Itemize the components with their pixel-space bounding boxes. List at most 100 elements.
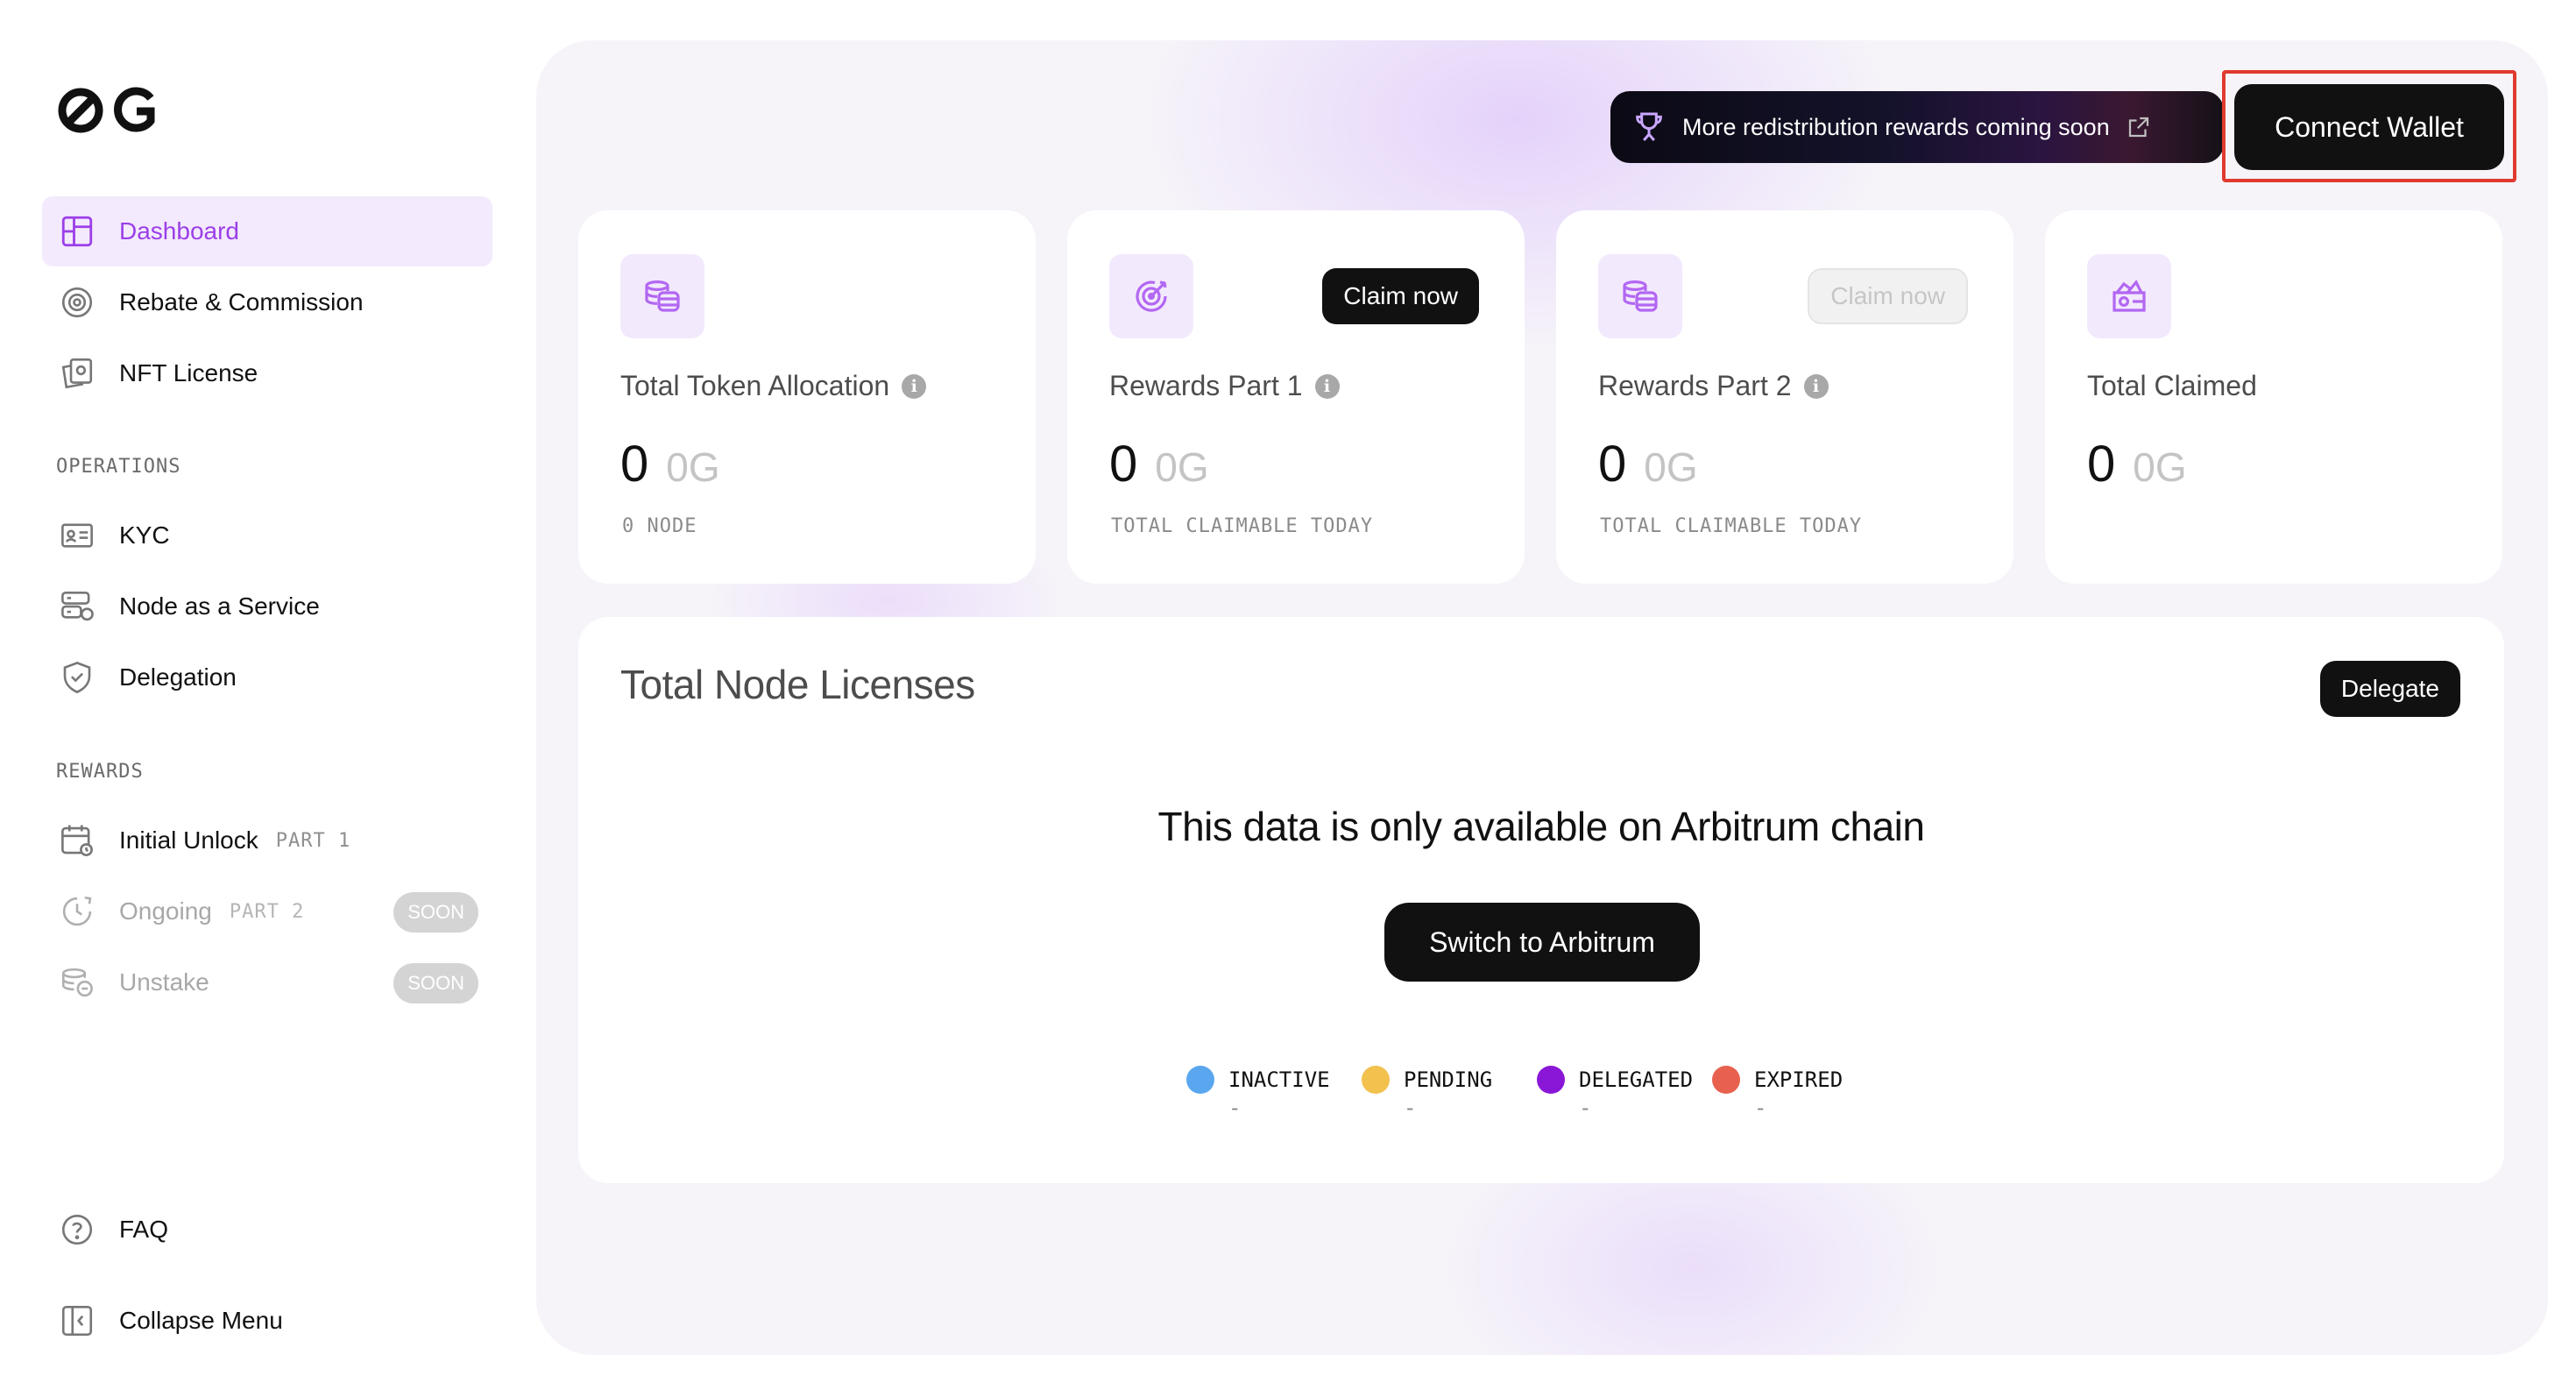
trophy-icon: [1636, 112, 1662, 141]
sidebar: Dashboard Rebate & Commission NFT Licens…: [0, 0, 526, 1397]
legend-pending: PENDING -: [1362, 1066, 1492, 1120]
part-tag: PART 2: [229, 900, 305, 923]
part-tag: PART 1: [275, 829, 351, 852]
sidebar-item-ongoing[interactable]: Ongoing PART 2 SOON: [42, 876, 492, 947]
sidebar-item-label: Unstake: [119, 968, 209, 996]
node-licenses-panel: Total Node Licenses Delegate This data i…: [578, 617, 2504, 1183]
external-link-icon: [2128, 117, 2148, 138]
card-total-claimed: Total Claimed 0 0G: [2045, 210, 2502, 584]
calendar-icon: [58, 821, 96, 860]
legend-dot: [1712, 1066, 1740, 1094]
sidebar-item-kyc[interactable]: KYC: [42, 500, 492, 571]
card-title: Rewards Part 2 i: [1598, 370, 1829, 402]
sidebar-item-delegation[interactable]: Delegation: [42, 642, 492, 713]
card-value: 0 0G: [1109, 435, 1209, 493]
value-number: 0: [620, 436, 649, 493]
legend-value: -: [1579, 1096, 1592, 1120]
value-number: 0: [2087, 436, 2116, 493]
legend-inactive: INACTIVE -: [1186, 1066, 1330, 1120]
coin-stack-icon: [620, 254, 704, 338]
section-label-rewards: REWARDS: [56, 761, 144, 783]
card-title-text: Total Token Allocation: [620, 370, 890, 401]
card-subtitle: TOTAL CLAIMABLE TODAY: [1111, 515, 1374, 537]
value-number: 0: [1598, 436, 1627, 493]
section-label-operations: OPERATIONS: [56, 456, 181, 478]
sidebar-item-dashboard[interactable]: Dashboard: [42, 196, 492, 266]
card-value: 0 0G: [620, 435, 720, 493]
nft-license-icon: [58, 354, 96, 393]
value-unit: 0G: [666, 444, 720, 490]
logo-0g[interactable]: [54, 84, 159, 137]
value-unit: 0G: [1644, 444, 1698, 490]
sidebar-item-nft-license[interactable]: NFT License: [42, 338, 492, 408]
coins-icon: [58, 963, 96, 1002]
connect-wallet-button[interactable]: Connect Wallet: [2234, 84, 2504, 170]
legend-value: -: [1228, 1096, 1242, 1120]
sidebar-item-label: Node as a Service: [119, 592, 320, 620]
value-unit: 0G: [1155, 444, 1209, 490]
sidebar-item-label: Delegation: [119, 663, 237, 691]
sidebar-item-label: Ongoing: [119, 897, 212, 925]
banner-text: More redistribution rewards coming soon: [1682, 113, 2110, 140]
sidebar-item-label: Initial Unlock: [119, 826, 258, 854]
legend-label: DELEGATED: [1579, 1067, 1694, 1092]
delegate-button[interactable]: Delegate: [2319, 661, 2460, 717]
card-title-text: Total Claimed: [2087, 370, 2257, 401]
info-icon[interactable]: i: [902, 373, 927, 399]
legend-value: -: [1404, 1096, 1417, 1120]
claim-now-button[interactable]: Claim now: [1322, 268, 1479, 324]
dashboard-icon: [58, 212, 96, 251]
card-rewards-part-1: Claim now Rewards Part 1 i 0 0G TOTAL CLAI…: [1067, 210, 1525, 584]
collapse-icon: [58, 1301, 96, 1340]
sidebar-item-label: Dashboard: [119, 217, 239, 245]
value-unit: 0G: [2133, 444, 2187, 490]
switch-to-arbitrum-button[interactable]: Switch to Arbitrum: [1384, 903, 1700, 982]
panel-title: Total Node Licenses: [620, 662, 975, 707]
legend-dot: [1186, 1066, 1214, 1094]
question-icon: [58, 1210, 96, 1249]
rebate-icon: [58, 283, 96, 322]
clock-icon: [58, 892, 96, 931]
legend-dot: [1362, 1066, 1390, 1094]
soon-badge: SOON: [393, 963, 478, 1003]
legend-label: EXPIRED: [1754, 1067, 1844, 1092]
card-title-text: Rewards Part 2: [1598, 370, 1792, 401]
info-icon[interactable]: i: [1803, 373, 1829, 399]
card-title: Total Claimed: [2087, 370, 2257, 402]
redistribution-banner[interactable]: More redistribution rewards coming soon: [1610, 91, 2224, 163]
collapse-menu-button[interactable]: Collapse Menu: [42, 1286, 492, 1356]
sidebar-item-unstake[interactable]: Unstake SOON: [42, 947, 492, 1018]
card-title: Rewards Part 1 i: [1109, 370, 1340, 402]
sidebar-item-label: NFT License: [119, 359, 258, 386]
coin-stack-icon: [1598, 254, 1682, 338]
sidebar-item-label: Rebate & Commission: [119, 288, 364, 316]
shield-check-icon: [58, 658, 96, 697]
target-icon: [1109, 254, 1193, 338]
legend-delegated: DELEGATED -: [1537, 1066, 1693, 1120]
card-rewards-part-2: Claim now Rewards Part 2 i 0 0G TOTAL CLAI…: [1556, 210, 2013, 584]
server-icon: [58, 587, 96, 626]
card-value: 0 0G: [2087, 435, 2187, 493]
card-subtitle: TOTAL CLAIMABLE TODAY: [1600, 515, 1863, 537]
legend-label: PENDING: [1404, 1067, 1493, 1092]
id-card-icon: [58, 516, 96, 555]
sidebar-item-initial-unlock[interactable]: Initial Unlock PART 1: [42, 805, 492, 876]
sidebar-item-node-as-a-service[interactable]: Node as a Service: [42, 571, 492, 642]
sidebar-item-label: FAQ: [119, 1216, 169, 1243]
chain-notice: This data is only available on Arbitrum …: [1157, 804, 1925, 849]
sidebar-item-label: KYC: [119, 521, 170, 549]
sidebar-item-rebate-commission[interactable]: Rebate & Commission: [42, 267, 492, 337]
card-title: Total Token Allocation i: [620, 370, 927, 402]
soon-badge: SOON: [393, 892, 478, 933]
legend-dot: [1537, 1066, 1565, 1094]
claim-now-button-disabled[interactable]: Claim now: [1808, 268, 1968, 324]
legend-label: INACTIVE: [1228, 1067, 1330, 1092]
legend-value: -: [1754, 1096, 1767, 1120]
info-icon[interactable]: i: [1314, 373, 1340, 399]
card-subtitle: 0 NODE: [622, 515, 697, 537]
legend-expired: EXPIRED -: [1712, 1066, 1843, 1120]
value-number: 0: [1109, 436, 1138, 493]
wallet-icon: [2087, 254, 2171, 338]
card-total-token-allocation: Total Token Allocation i 0 0G 0 NODE: [578, 210, 1036, 584]
sidebar-item-faq[interactable]: FAQ: [42, 1195, 492, 1265]
